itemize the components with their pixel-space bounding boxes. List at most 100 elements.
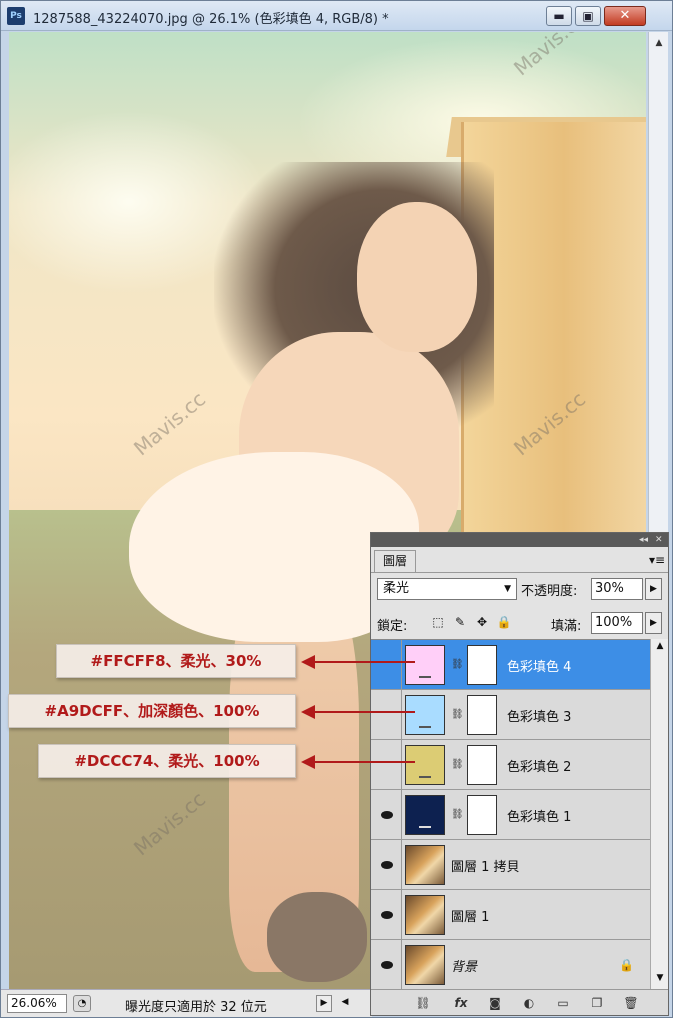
annotation-arrow-line (315, 661, 415, 663)
layer-thumbnail[interactable] (405, 895, 445, 935)
fill-color-thumbnail[interactable] (405, 695, 445, 735)
adjustment-layer-icon[interactable]: ◐ (519, 994, 539, 1012)
fill-slider-button[interactable]: ▶ (645, 612, 662, 634)
annotation-label: #DCCC74、柔光、100% (38, 744, 296, 778)
layer-name: 色彩填色 1 (507, 810, 572, 825)
layer-style-icon[interactable]: fx (451, 994, 471, 1012)
layer-mask-thumbnail[interactable] (467, 745, 497, 785)
layers-scrollbar[interactable]: ▲ ▼ (650, 639, 668, 989)
fill-input[interactable]: 100% (591, 612, 643, 634)
zoom-level-field[interactable]: 26.06% (7, 994, 67, 1013)
shoe (267, 892, 367, 982)
opacity-label: 不透明度: (521, 584, 578, 599)
eye-icon[interactable] (377, 805, 397, 825)
row-divider (401, 940, 402, 990)
lock-icon: 🔒 (619, 958, 634, 972)
layer-name: 色彩填色 4 (507, 660, 572, 675)
panel-menu-icon[interactable]: ▾≡ (649, 553, 665, 567)
scroll-down-icon[interactable]: ▼ (651, 973, 669, 983)
layers-panel: ◂◂ ✕ 圖層 ▾≡ 柔光 ▼ 不透明度: 30% ▶ 鎖定: ⬚ ✎ ✥ 🔒 … (370, 532, 669, 1016)
photoshop-app-icon: Ps (7, 7, 25, 25)
watermark: Mavis.cc (129, 386, 211, 461)
layers-list: ⛓ 色彩填色 4 ⛓ 色彩填色 3 ⛓ 色彩填色 2 ⛓ 色彩填色 1 圖層 1… (371, 639, 650, 990)
scroll-up-icon[interactable]: ▲ (651, 641, 669, 651)
layer-row[interactable]: ⛓ 色彩填色 1 (371, 790, 650, 840)
link-layers-icon[interactable]: ⛓ (413, 994, 433, 1012)
annotation-label: #A9DCFF、加深顏色、100% (8, 694, 296, 728)
layer-row[interactable]: 背景 🔒 (371, 940, 650, 990)
row-divider (401, 640, 402, 690)
link-chain-icon[interactable]: ⛓ (451, 757, 464, 773)
scroll-left-icon[interactable]: ◀ (337, 995, 353, 1012)
layer-thumbnail[interactable] (405, 845, 445, 885)
opacity-slider-button[interactable]: ▶ (645, 578, 662, 600)
layer-row[interactable]: ⛓ 色彩填色 3 (371, 690, 650, 740)
opacity-input[interactable]: 30% (591, 578, 643, 600)
minimize-icon: ▬ (553, 9, 565, 23)
eye-icon[interactable] (377, 955, 397, 975)
layer-mask-thumbnail[interactable] (467, 695, 497, 735)
layer-row[interactable]: 圖層 1 (371, 890, 650, 940)
add-mask-icon[interactable]: ◙ (485, 994, 505, 1012)
maximize-button[interactable]: ▣ (575, 6, 601, 26)
fill-label: 填滿: (551, 619, 582, 634)
layer-row[interactable]: 圖層 1 拷貝 (371, 840, 650, 890)
layer-name: 圖層 1 拷貝 (451, 860, 520, 875)
watermark: Mavis.cc (509, 32, 591, 81)
delete-layer-icon[interactable]: 🗑 (621, 994, 641, 1012)
new-layer-icon[interactable]: ❐ (587, 994, 607, 1012)
layer-row[interactable]: ⛓ 色彩填色 4 (371, 640, 650, 690)
blend-mode-value: 柔光 (383, 581, 410, 596)
layer-row[interactable]: ⛓ 色彩填色 2 (371, 740, 650, 790)
close-button[interactable]: ✕ (604, 6, 646, 26)
tab-layers[interactable]: 圖層 (374, 550, 416, 572)
layer-thumbnail[interactable] (405, 945, 445, 985)
visibility-toggle[interactable] (377, 655, 397, 675)
status-info-text: 曝光度只適用於 32 位元 (125, 1000, 267, 1015)
annotation-arrow-icon (301, 755, 315, 769)
lock-pixels-icon[interactable]: ✎ (451, 613, 469, 631)
close-panel-icon[interactable]: ✕ (655, 533, 663, 547)
close-icon: ✕ (619, 8, 631, 23)
document-info-icon[interactable]: ◔ (73, 995, 91, 1012)
fill-color-thumbnail[interactable] (405, 745, 445, 785)
annotation-arrow-icon (301, 705, 315, 719)
lock-all-icon[interactable]: 🔒 (495, 613, 513, 631)
scroll-up-icon[interactable]: ▲ (649, 34, 669, 52)
title-bar[interactable]: Ps 1287588_43224070.jpg @ 26.1% (色彩填色 4,… (1, 1, 672, 31)
layer-name: 圖層 1 (451, 910, 490, 925)
layer-name: 色彩填色 3 (507, 710, 572, 725)
status-menu-arrow-icon[interactable]: ▶ (316, 995, 332, 1012)
layer-mask-thumbnail[interactable] (467, 795, 497, 835)
lock-options: ⬚ ✎ ✥ 🔒 (429, 613, 519, 633)
link-chain-icon[interactable]: ⛓ (451, 707, 464, 723)
panel-header-bar[interactable]: ◂◂ ✕ (371, 533, 668, 547)
new-group-icon[interactable]: ▭ (553, 994, 573, 1012)
fill-color-thumbnail[interactable] (405, 795, 445, 835)
blend-mode-select[interactable]: 柔光 ▼ (377, 578, 517, 600)
lock-transparency-icon[interactable]: ⬚ (429, 613, 447, 631)
minimize-button[interactable]: ▬ (546, 6, 572, 26)
visibility-toggle[interactable] (377, 755, 397, 775)
collapse-panel-icon[interactable]: ◂◂ (639, 533, 648, 547)
row-divider (401, 890, 402, 940)
fill-icon (419, 676, 431, 680)
eye-icon[interactable] (377, 855, 397, 875)
maximize-icon: ▣ (582, 9, 594, 23)
row-divider (401, 840, 402, 890)
link-chain-icon[interactable]: ⛓ (451, 657, 464, 673)
fill-icon (419, 826, 431, 830)
eye-icon[interactable] (377, 905, 397, 925)
row-divider (401, 740, 402, 790)
lock-position-icon[interactable]: ✥ (473, 613, 491, 631)
link-chain-icon[interactable]: ⛓ (451, 807, 464, 823)
layer-mask-thumbnail[interactable] (467, 645, 497, 685)
fill-color-thumbnail[interactable] (405, 645, 445, 685)
row-divider (401, 690, 402, 740)
chevron-down-icon: ▼ (504, 584, 511, 594)
annotation-label: #FFCFF8、柔光、30% (56, 644, 296, 678)
lock-label: 鎖定: (377, 619, 408, 634)
visibility-toggle[interactable] (377, 705, 397, 725)
window-title: 1287588_43224070.jpg @ 26.1% (色彩填色 4, RG… (33, 12, 389, 27)
tab-divider (371, 572, 668, 573)
